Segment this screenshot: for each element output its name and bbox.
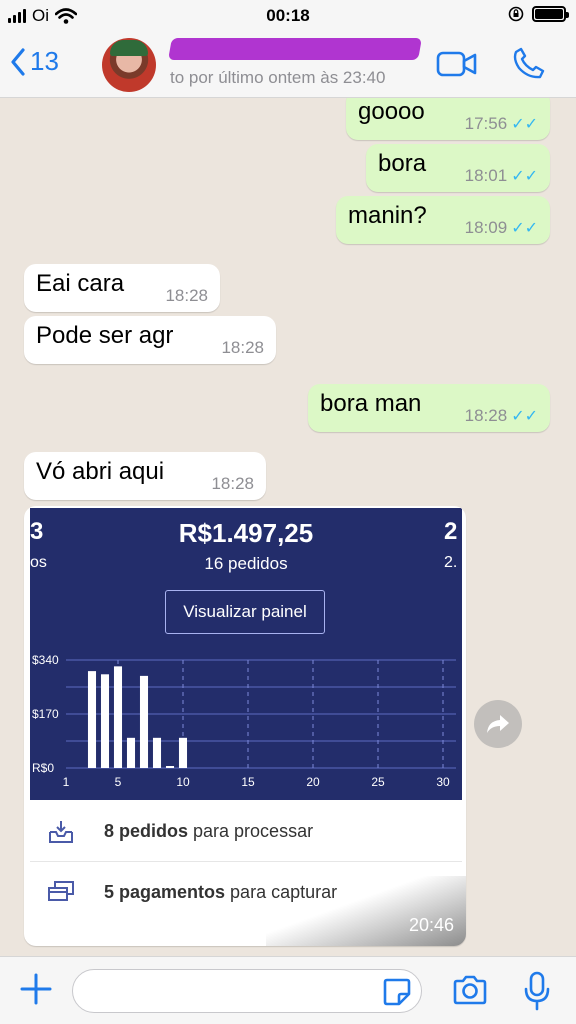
message-bubble[interactable]: bora 18:01 ✓✓ [366,144,550,192]
message-text: Vó abri aqui [36,458,165,485]
view-dashboard-button: Visualizar painel [165,590,325,634]
kpi-right-label: 2. [444,554,458,571]
message-meta: 17:56 ✓✓ [465,114,538,134]
sticker-icon[interactable] [382,977,412,1007]
chart-xtick-label: 20 [306,775,320,789]
kpi-sales-label: 16 pedidos [204,554,288,573]
chart-xtick-label: 10 [176,775,190,789]
chart-ytick-label: R$0 [32,761,54,775]
chart-xtick-label: 5 [115,775,122,789]
message-text: goooo [358,98,425,125]
message-bubble[interactable]: Pode ser agr 18:28 [24,316,276,364]
chart-ytick-label: $170 [32,707,59,721]
chart-bar [139,675,149,768]
kpi-right-value: 2 [444,518,458,545]
chart-bar [100,674,110,768]
message-bubble[interactable]: Vó abri aqui 18:28 [24,452,266,500]
contact-name-redacted[interactable] [168,38,422,60]
status-right [508,6,569,22]
message-bubble[interactable]: manin? 18:09 ✓✓ [336,196,550,244]
chart-xtick-label: 25 [371,775,385,789]
card-stack-icon [46,877,76,907]
battery-icon [532,6,569,22]
chart-bar [165,766,175,768]
unread-count: 13 [30,46,59,76]
image-message[interactable]: 3 os R$1.497,25 16 pedidos 2 2. Visualiz… [24,506,466,946]
status-bar: Oi 00:18 [0,0,576,32]
message-meta: 18:09 ✓✓ [465,218,538,238]
message-meta: 18:28 [221,338,264,358]
message-text: bora [378,150,427,177]
read-ticks-icon: ✓✓ [511,168,538,185]
message-text: bora man [320,390,422,417]
orders-to-process-row: 8 pedidos para processar [30,802,462,862]
kpi-sales-value: R$1.497,25 [178,518,314,548]
message-text: Pode ser agr [36,322,174,349]
composer-bar [0,956,576,1024]
chart-bar [178,737,188,768]
message-meta: 18:28 [211,474,254,494]
inbox-download-icon [46,817,76,847]
read-ticks-icon: ✓✓ [511,220,538,237]
image-message-time: 20:46 [408,915,454,935]
chart-xtick-label: 15 [241,775,255,789]
chat-area[interactable]: goooo 17:56 ✓✓ bora 18:01 ✓✓ manin? 18:09 ✓… [0,98,576,956]
message-time: 18:28 [221,338,264,357]
message-meta: 18:28 [165,286,208,306]
message-time: 18:28 [165,286,208,305]
back-button[interactable]: 13 [10,46,59,77]
orientation-lock-icon [508,6,524,22]
chart-bar [126,737,136,768]
contact-last-seen: to por último ontem às 23:40 [170,68,386,87]
message-text: Eai cara [36,270,125,297]
message-bubble[interactable]: Eai cara 18:28 [24,264,220,312]
message-meta: 18:28 ✓✓ [465,406,538,426]
message-time: 18:09 [464,218,508,237]
message-meta: 18:01 ✓✓ [465,166,538,186]
message-time: 18:28 [464,406,508,425]
chat-header: 13 to por último ontem às 23:40 [0,32,576,98]
back-chevron-icon [11,47,25,76]
message-bubble[interactable]: goooo 17:56 ✓✓ [346,98,550,140]
message-bubble[interactable]: bora man 18:28 ✓✓ [308,384,550,432]
message-time: 18:01 [464,166,508,185]
video-call-icon[interactable] [436,50,478,78]
message-text: manin? [348,202,427,229]
message-input[interactable] [72,969,422,1013]
plus-icon[interactable] [18,971,54,1007]
chart-bar [87,671,97,768]
read-ticks-icon: ✓✓ [511,408,538,425]
contact-avatar[interactable] [102,38,156,92]
forward-icon [487,715,509,733]
chart-xtick-label: 1 [63,775,70,789]
forward-button[interactable] [474,700,522,748]
phone-icon[interactable] [512,46,546,80]
orders-text: para processar [193,821,314,841]
payments-count: 5 pagamentos [104,881,226,902]
chart-ytick-label: $340 [32,653,59,667]
camera-icon[interactable] [452,975,488,1005]
message-time: 18:28 [211,474,254,493]
dashboard-panel: 3 os R$1.497,25 16 pedidos 2 2. Visualiz… [30,508,462,800]
status-time: 00:18 [266,6,310,25]
read-ticks-icon: ✓✓ [511,116,538,133]
mic-icon[interactable] [522,971,552,1011]
message-time: 17:56 [464,114,508,133]
orders-count: 8 pedidos [104,821,189,841]
sales-chart: R$0$170$3401 5 10 15 20 25 30 [32,653,456,789]
chart-bar [152,737,162,768]
chart-xtick-label: 30 [436,775,450,789]
chart-bar [113,666,123,768]
